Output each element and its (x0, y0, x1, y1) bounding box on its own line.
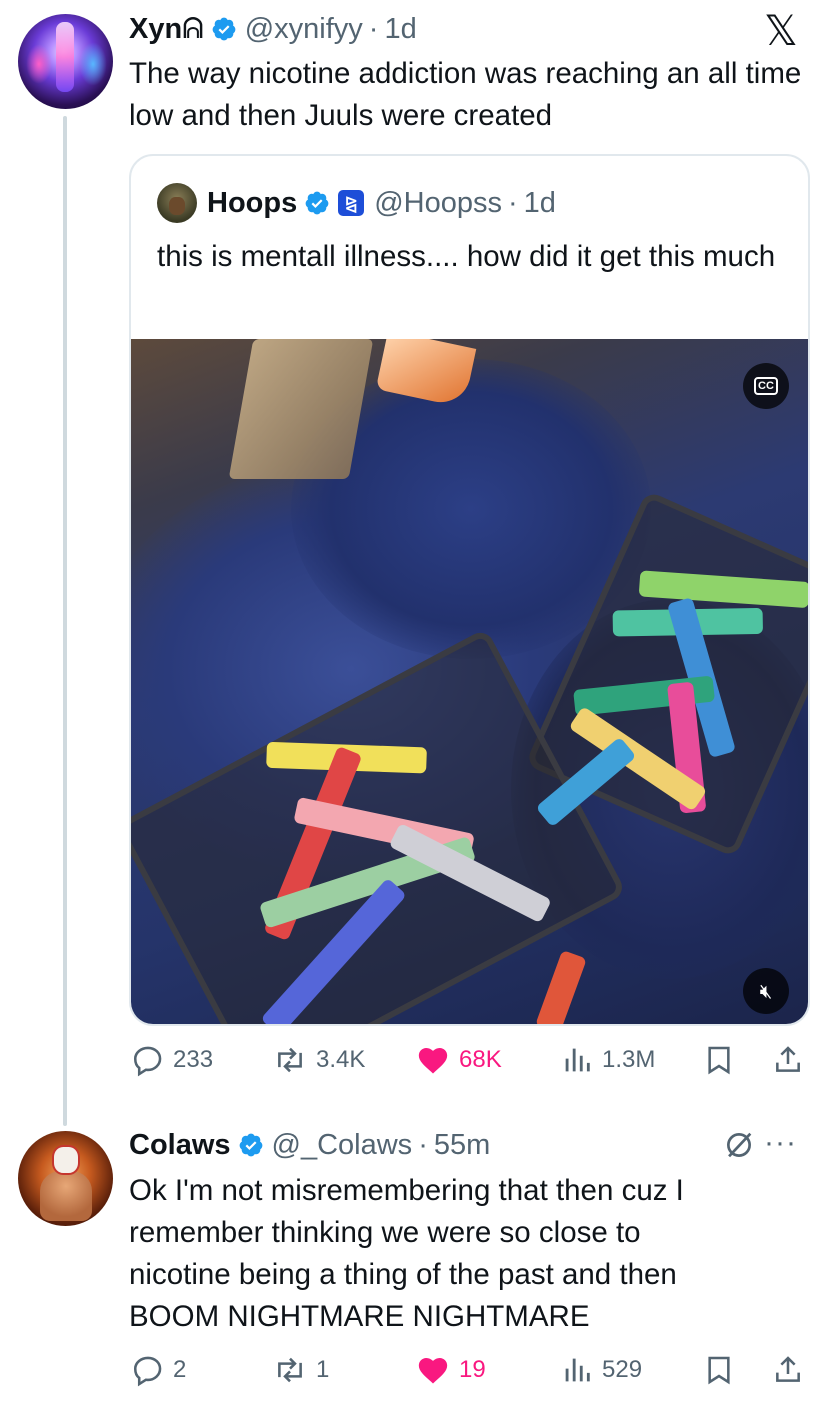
bookmark-button[interactable] (703, 1350, 735, 1390)
reply-icon (133, 1046, 162, 1077)
tweet1-name-glyph: ᕱ (182, 12, 204, 45)
quote-text: this is mentall illness.... how did it g… (157, 240, 776, 273)
like-count: 19 (459, 1356, 486, 1383)
captions-button[interactable]: CC (743, 363, 789, 409)
share-icon (776, 1356, 800, 1382)
tweet1-handle[interactable]: @xynifyy (245, 13, 363, 46)
share-button[interactable] (772, 1040, 804, 1080)
mute-icon: 🔇︎ (759, 979, 773, 1003)
views-count: 1.3M (602, 1046, 656, 1073)
cc-icon: CC (754, 377, 778, 395)
avatar-colaws[interactable] (18, 1131, 113, 1226)
more-icon[interactable]: ··· (764, 1126, 797, 1160)
verified-badge-icon (305, 191, 329, 215)
like-count: 68K (459, 1046, 502, 1073)
like-icon (418, 1047, 448, 1074)
repost-icon (278, 1357, 302, 1383)
repost-icon (278, 1047, 302, 1073)
repost-count: 1 (316, 1356, 330, 1383)
views-button[interactable]: 1.3M (560, 1040, 655, 1080)
tweet1-header: Xyn ᕱ @xynifyy · 1d (129, 10, 417, 48)
thread-connector-line (63, 116, 67, 1126)
quote-display-name[interactable]: Hoops (207, 187, 297, 220)
views-icon (565, 1358, 590, 1382)
verified-badge-icon (239, 1133, 262, 1157)
tweet1-time[interactable]: 1d (384, 13, 416, 46)
reply-count: 2 (173, 1356, 187, 1383)
tweet2-text: Ok I'm not misremembering that then cuz … (129, 1170, 809, 1338)
quote-separator: · (508, 186, 518, 219)
quote-video[interactable]: CC 🔇︎ (131, 339, 808, 1024)
tweet1-text: The way nicotine addiction was reaching … (129, 57, 802, 132)
reply-button[interactable]: 2 (131, 1350, 186, 1390)
share-icon (776, 1046, 800, 1072)
bookmark-icon (708, 1356, 730, 1385)
avatar-hoops[interactable] (157, 183, 197, 223)
government-badge-icon: ⧎ (338, 190, 365, 216)
share-button[interactable] (772, 1350, 804, 1390)
tweet2-action-bar: 2 1 19 529 (0, 1350, 828, 1390)
like-button[interactable]: 68K (415, 1040, 502, 1080)
tweet2-display-name[interactable]: Colaws (129, 1129, 231, 1162)
x-logo-icon[interactable]: 𝕏 (764, 10, 798, 52)
reply-button[interactable]: 233 (131, 1040, 213, 1080)
tweet1-action-bar: 233 3.4K 68K 1.3M (0, 1040, 828, 1080)
views-button[interactable]: 529 (560, 1350, 642, 1390)
tweet2-header: Colaws @_Colaws · 55m (129, 1126, 490, 1164)
repost-button[interactable]: 1 (272, 1350, 329, 1390)
bookmark-icon (708, 1046, 730, 1075)
tweet1-separator: · (368, 12, 379, 45)
avatar-xyn[interactable] (18, 14, 113, 109)
quote-header: Hoops ⧎ @Hoopss · 1d (207, 184, 556, 222)
verified-badge-icon (212, 17, 236, 41)
tweet1-display-name[interactable]: Xyn (129, 13, 182, 46)
tweet2-handle[interactable]: @_Colaws (272, 1129, 413, 1162)
bookmark-button[interactable] (703, 1040, 735, 1080)
quote-time[interactable]: 1d (524, 187, 556, 220)
quote-handle[interactable]: @Hoopss (374, 187, 502, 220)
tweet2-text-line: nicotine being a thing of the past and t… (129, 1258, 677, 1291)
reply-count: 233 (173, 1046, 214, 1073)
tweet2-text-line: BOOM NIGHTMARE NIGHTMARE (129, 1300, 590, 1333)
quoted-tweet-card[interactable]: Hoops ⧎ @Hoopss · 1d this is mentall ill… (129, 154, 810, 1026)
views-icon (565, 1048, 590, 1072)
mute-button[interactable]: 🔇︎ (743, 968, 789, 1014)
views-count: 529 (602, 1356, 643, 1383)
repost-button[interactable]: 3.4K (272, 1040, 365, 1080)
tweet2-text-line: remember thinking we were so close to (129, 1216, 641, 1249)
grok-icon[interactable] (722, 1127, 756, 1163)
tweet2-time[interactable]: 55m (434, 1129, 490, 1162)
tweet2-separator: · (418, 1128, 428, 1161)
like-button[interactable]: 19 (415, 1350, 486, 1390)
reply-icon (133, 1356, 162, 1387)
like-icon (418, 1357, 448, 1384)
repost-count: 3.4K (316, 1046, 366, 1073)
tweet2-text-line: Ok I'm not misremembering that then cuz … (129, 1174, 684, 1207)
